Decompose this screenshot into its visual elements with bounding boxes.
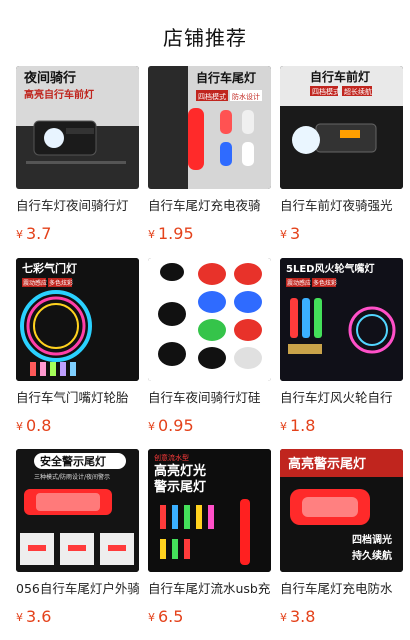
product-price: ¥1.8 [280,416,316,435]
product-image[interactable] [148,258,271,381]
product-name[interactable]: 自行车气门嘴灯轮胎 [16,387,139,406]
product-price: ¥3.8 [280,607,316,626]
product-image[interactable]: 安全警示尾灯 三种模式/防雨设计/夜间警示 [16,449,139,572]
svg-text:安全警示尾灯: 安全警示尾灯 [40,454,106,468]
product-image[interactable]: 高亮警示尾灯 四档调光 持久续航 [280,449,403,572]
svg-text:创意流水型: 创意流水型 [154,453,189,462]
product-card[interactable]: 创意流水型 高亮灯光 警示尾灯 自行车尾灯流水usb充 ¥6.5 [148,449,271,626]
svg-text:多色炫彩: 多色炫彩 [49,279,73,287]
product-name[interactable]: 自行车尾灯充电夜骑 [148,195,271,214]
product-image[interactable]: 自行车前灯 四档模式 超长续航 [280,66,403,189]
svg-text:多色炫彩: 多色炫彩 [313,279,337,287]
product-card[interactable]: 高亮警示尾灯 四档调光 持久续航 自行车尾灯充电防水 ¥3.8 [280,449,403,626]
svg-text:高亮警示尾灯: 高亮警示尾灯 [288,456,366,472]
product-name[interactable]: 自行车尾灯充电防水 [280,578,403,597]
svg-text:防水设计: 防水设计 [232,92,260,101]
svg-text:自行车尾灯: 自行车尾灯 [196,70,256,85]
svg-text:自行车前灯: 自行车前灯 [310,69,370,84]
svg-text:高亮自行车前灯: 高亮自行车前灯 [24,88,94,101]
product-card[interactable]: 5LED风火轮气嘴灯 震动感应 多色炫彩 自行车灯风火轮自行 ¥1.8 [280,258,403,435]
svg-text:七彩气门灯: 七彩气门灯 [22,261,77,275]
svg-text:5LED风火轮气嘴灯: 5LED风火轮气嘴灯 [286,262,374,275]
svg-text:四档调光: 四档调光 [352,533,392,546]
product-card[interactable]: 安全警示尾灯 三种模式/防雨设计/夜间警示 056自行车尾灯户外骑 ¥3.6 [16,449,139,626]
product-name[interactable]: 自行车灯夜间骑行灯 [16,195,139,214]
section-title: 店铺推荐 [163,26,247,50]
product-card[interactable]: 自行车尾灯 四档模式 防水设计 自行车尾灯充电夜骑 ¥1.95 [148,66,271,243]
product-image[interactable]: 创意流水型 高亮灯光 警示尾灯 [148,449,271,572]
svg-text:四档模式: 四档模式 [312,87,340,96]
svg-text:高亮灯光: 高亮灯光 [154,463,206,479]
product-card[interactable]: 夜间骑行 高亮自行车前灯 自行车灯夜间骑行灯 ¥3.7 [16,66,139,243]
product-image[interactable]: 夜间骑行 高亮自行车前灯 [16,66,139,189]
product-image[interactable]: 自行车尾灯 四档模式 防水设计 [148,66,271,189]
svg-text:持久续航: 持久续航 [352,549,392,562]
product-price: ¥0.8 [16,416,52,435]
svg-text:警示尾灯: 警示尾灯 [154,479,206,495]
svg-text:夜间骑行: 夜间骑行 [23,70,76,86]
product-name[interactable]: 自行车前灯夜骑强光 [280,195,403,214]
product-price: ¥0.95 [148,416,194,435]
product-price: ¥6.5 [148,607,184,626]
product-price: ¥1.95 [148,224,194,243]
product-card[interactable]: 自行车前灯 四档模式 超长续航 自行车前灯夜骑强光 ¥3 [280,66,403,243]
product-name[interactable]: 自行车尾灯流水usb充 [148,578,271,597]
product-price: ¥3 [280,224,301,243]
product-image[interactable]: 七彩气门灯 震动感应 多色炫彩 [16,258,139,381]
svg-text:三种模式/防雨设计/夜间警示: 三种模式/防雨设计/夜间警示 [34,473,110,481]
svg-text:超长续航: 超长续航 [344,87,372,96]
product-image[interactable]: 5LED风火轮气嘴灯 震动感应 多色炫彩 [280,258,403,381]
svg-text:四档模式: 四档模式 [198,92,226,101]
product-price: ¥3.6 [16,607,52,626]
product-name[interactable]: 自行车夜间骑行灯硅 [148,387,271,406]
product-card[interactable]: 七彩气门灯 震动感应 多色炫彩 自行车气门嘴灯轮胎 ¥0.8 [16,258,139,435]
product-card[interactable]: 自行车夜间骑行灯硅 ¥0.95 [148,258,271,435]
product-name[interactable]: 056自行车尾灯户外骑 [16,578,139,597]
svg-text:震动感应: 震动感应 [287,279,311,287]
product-name[interactable]: 自行车灯风火轮自行 [280,387,403,406]
product-price: ¥3.7 [16,224,52,243]
svg-text:震动感应: 震动感应 [23,279,47,287]
